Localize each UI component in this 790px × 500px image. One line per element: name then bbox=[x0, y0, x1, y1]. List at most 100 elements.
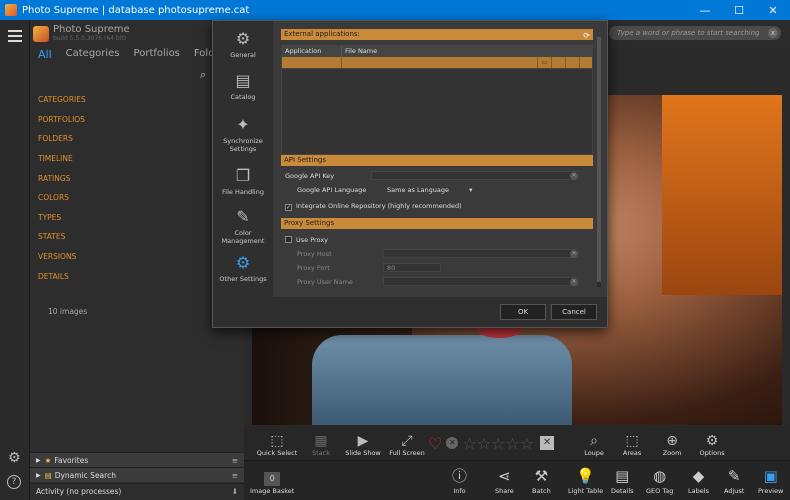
reject-icon[interactable]: ✕ bbox=[540, 436, 555, 450]
full-screen-button[interactable]: ⤢ Full Screen bbox=[386, 426, 428, 460]
clear-proxy-host-icon[interactable]: ✕ bbox=[570, 250, 578, 258]
favorite-heart-icon[interactable]: ♡ bbox=[428, 426, 442, 460]
photo-sleeve bbox=[312, 335, 572, 425]
nav-sync-label: Synchronize Settings bbox=[223, 137, 263, 153]
browse-folder-icon[interactable]: ▭ bbox=[538, 57, 552, 68]
favorites-dock[interactable]: ▶ ★ Favorites ≡ bbox=[30, 452, 244, 467]
nav-file-handling[interactable]: ❐ File Handling bbox=[213, 166, 273, 196]
row-extra-cell-1 bbox=[552, 57, 566, 68]
slide-show-button[interactable]: ▶ Slide Show bbox=[340, 426, 386, 460]
nav-file-label: File Handling bbox=[222, 188, 264, 196]
star-1-icon[interactable]: ☆ bbox=[462, 434, 476, 453]
integrate-online-repository[interactable]: ✓ Integrate Online Repository (highly rec… bbox=[285, 202, 462, 211]
scrollbar-thumb[interactable] bbox=[597, 37, 601, 282]
light-table-icon: 💡 bbox=[576, 467, 595, 485]
search-input[interactable]: Type a word or phrase to start searching… bbox=[609, 26, 781, 40]
nav-other-settings[interactable]: ⚙ Other Settings bbox=[213, 253, 273, 283]
labels-button[interactable]: ◆ Labels bbox=[688, 465, 709, 495]
stack-button[interactable]: ▦ Stack bbox=[302, 426, 340, 460]
proxy-host-input[interactable] bbox=[383, 249, 579, 258]
clear-rating-icon[interactable]: ✕ bbox=[446, 437, 459, 449]
google-api-key-input[interactable] bbox=[371, 171, 579, 180]
star-4-icon[interactable]: ☆ bbox=[505, 434, 519, 453]
reject-wrap: ✕ bbox=[534, 426, 560, 460]
options-button[interactable]: ⚙ Options bbox=[692, 426, 732, 460]
google-api-language-select[interactable]: Same as Language ▾ bbox=[387, 186, 472, 194]
rating-stars[interactable]: ☆ ☆ ☆ ☆ ☆ bbox=[462, 426, 534, 460]
nav-color-label: Color Management bbox=[221, 229, 265, 245]
image-basket-button[interactable]: 0 Image Basket bbox=[250, 465, 294, 495]
external-apps-title: External applications: bbox=[284, 30, 360, 38]
brand-build: build 5.5.0.3076 (64 bit) bbox=[53, 35, 127, 42]
hamburger-menu-icon[interactable] bbox=[8, 30, 22, 45]
clear-proxy-user-icon[interactable]: ✕ bbox=[570, 278, 578, 286]
help-icon[interactable]: ? bbox=[7, 475, 21, 489]
zoom-button[interactable]: ⊕ Zoom bbox=[652, 426, 692, 460]
table-row[interactable]: ▭ bbox=[282, 57, 592, 69]
loupe-icon: ⌕ bbox=[590, 433, 598, 449]
ok-button[interactable]: OK bbox=[500, 304, 546, 320]
batch-label: Batch bbox=[532, 487, 551, 495]
adjust-button[interactable]: ✎ Adjust bbox=[724, 465, 744, 495]
details-icon: ▤ bbox=[615, 467, 630, 485]
row-file-cell[interactable] bbox=[342, 57, 538, 68]
use-proxy[interactable]: Use Proxy bbox=[285, 236, 328, 244]
geo-tag-button[interactable]: ◍ GEO Tag bbox=[646, 465, 673, 495]
image-toolbar: ⬚ Quick Select ▦ Stack ▶ Slide Show ⤢ Fu… bbox=[244, 426, 790, 460]
minimize-button[interactable]: — bbox=[688, 0, 722, 20]
batch-button[interactable]: ⚒ Batch bbox=[532, 465, 551, 495]
label-tag-icon: ◆ bbox=[692, 467, 705, 485]
search-icon[interactable]: ⌕ bbox=[200, 68, 206, 82]
basket-count: 0 bbox=[264, 472, 281, 486]
row-application-cell[interactable] bbox=[282, 57, 342, 68]
clear-api-key-icon[interactable]: ✕ bbox=[570, 172, 578, 180]
nav-color-management[interactable]: ✎ Color Management bbox=[213, 207, 273, 245]
star-icon: ★ bbox=[44, 455, 52, 465]
image-basket-label: Image Basket bbox=[250, 487, 295, 495]
dock-menu-icon[interactable]: ≡ bbox=[232, 471, 238, 480]
preview-icon: ▣ bbox=[763, 467, 778, 485]
star-3-icon[interactable]: ☆ bbox=[491, 434, 505, 453]
integrate-checkbox[interactable]: ✓ bbox=[285, 204, 292, 211]
areas-icon: ⬚ bbox=[625, 433, 639, 449]
info-button[interactable]: ⓘ Info bbox=[452, 465, 467, 495]
details-button[interactable]: ▤ Details bbox=[611, 465, 634, 495]
nav-general[interactable]: ⚙ General bbox=[213, 29, 273, 59]
brand-name: Photo Supreme bbox=[53, 24, 130, 35]
preview-button[interactable]: ▣ Preview bbox=[758, 465, 783, 495]
star-2-icon[interactable]: ☆ bbox=[477, 434, 491, 453]
areas-button[interactable]: ⬚ Areas bbox=[612, 426, 652, 460]
tab-categories[interactable]: Categories bbox=[66, 48, 120, 61]
dynamic-search-dock[interactable]: ▶ ▤ Dynamic Search ≡ bbox=[30, 467, 244, 482]
options-label: Options bbox=[699, 449, 725, 457]
external-apps-table: Application File Name ▭ bbox=[281, 45, 593, 155]
preferences-scrollbar[interactable] bbox=[597, 37, 601, 287]
image-count: 10 images bbox=[48, 307, 88, 316]
nav-catalog[interactable]: ▤ Catalog bbox=[213, 71, 273, 101]
dock-menu-icon[interactable]: ≡ bbox=[232, 456, 238, 465]
tab-all[interactable]: All bbox=[38, 48, 52, 61]
quick-select-label: Quick Select bbox=[256, 449, 298, 457]
preferences-dialog: ⚙ General ▤ Catalog ✦ Synchronize Settin… bbox=[212, 20, 608, 328]
download-icon[interactable]: ⬇ bbox=[232, 487, 238, 496]
use-proxy-checkbox[interactable] bbox=[285, 236, 292, 243]
share-button[interactable]: ⋖ Share bbox=[495, 465, 514, 495]
settings-gear-icon[interactable]: ⚙ bbox=[8, 450, 21, 466]
dynamic-search-icon: ▤ bbox=[44, 470, 52, 480]
refresh-icon[interactable]: ⟳ bbox=[583, 30, 590, 41]
close-button[interactable]: ✕ bbox=[756, 0, 790, 20]
cancel-button[interactable]: Cancel bbox=[551, 304, 597, 320]
light-table-button[interactable]: 💡 Light Table bbox=[568, 465, 603, 495]
nav-synchronize-settings[interactable]: ✦ Synchronize Settings bbox=[213, 115, 273, 153]
maximize-button[interactable]: ☐ bbox=[722, 0, 756, 20]
brand-logo-icon bbox=[33, 26, 49, 42]
quick-select-button[interactable]: ⬚ Quick Select bbox=[252, 426, 302, 460]
tab-portfolios[interactable]: Portfolios bbox=[134, 48, 180, 61]
star-5-icon[interactable]: ☆ bbox=[520, 434, 534, 453]
loupe-button[interactable]: ⌕ Loupe bbox=[576, 426, 612, 460]
clear-search-icon[interactable]: x bbox=[768, 28, 778, 38]
proxy-user-input[interactable] bbox=[383, 277, 579, 286]
brush-icon: ✎ bbox=[727, 467, 741, 485]
proxy-settings-title: Proxy Settings bbox=[284, 219, 335, 227]
app-icon bbox=[5, 4, 17, 16]
